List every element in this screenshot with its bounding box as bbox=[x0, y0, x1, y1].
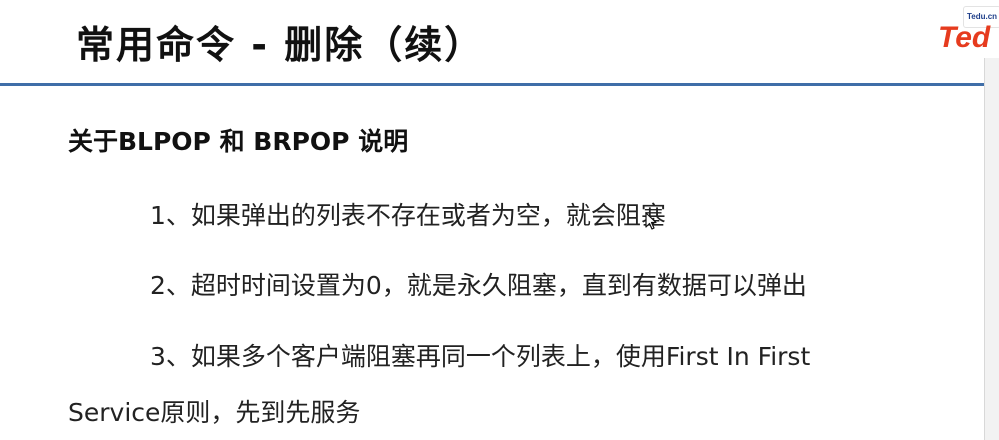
point-2: 2、超时时间设置为0，就是永久阻塞，直到有数据可以弹出 bbox=[150, 271, 807, 300]
point-3-continued: Service原则，先到先服务 bbox=[68, 398, 361, 427]
mouse-pointer-icon bbox=[645, 212, 657, 230]
title-divider bbox=[0, 83, 985, 86]
slide: 常用命令 - 删除（续） Tedu.cn Ted 关于BLPOP 和 BRPOP… bbox=[0, 0, 999, 440]
point-1: 1、如果弹出的列表不存在或者为空，就会阻塞 bbox=[150, 201, 666, 230]
right-edge-strip bbox=[984, 58, 999, 440]
slide-title: 常用命令 - 删除（续） bbox=[76, 23, 485, 67]
tedu-logo: Tedu.cn Ted bbox=[938, 6, 999, 58]
point-3: 3、如果多个客户端阻塞再同一个列表上，使用First In First bbox=[150, 342, 811, 371]
logo-wordmark: Ted bbox=[938, 21, 991, 54]
section-heading: 关于BLPOP 和 BRPOP 说明 bbox=[68, 127, 409, 156]
